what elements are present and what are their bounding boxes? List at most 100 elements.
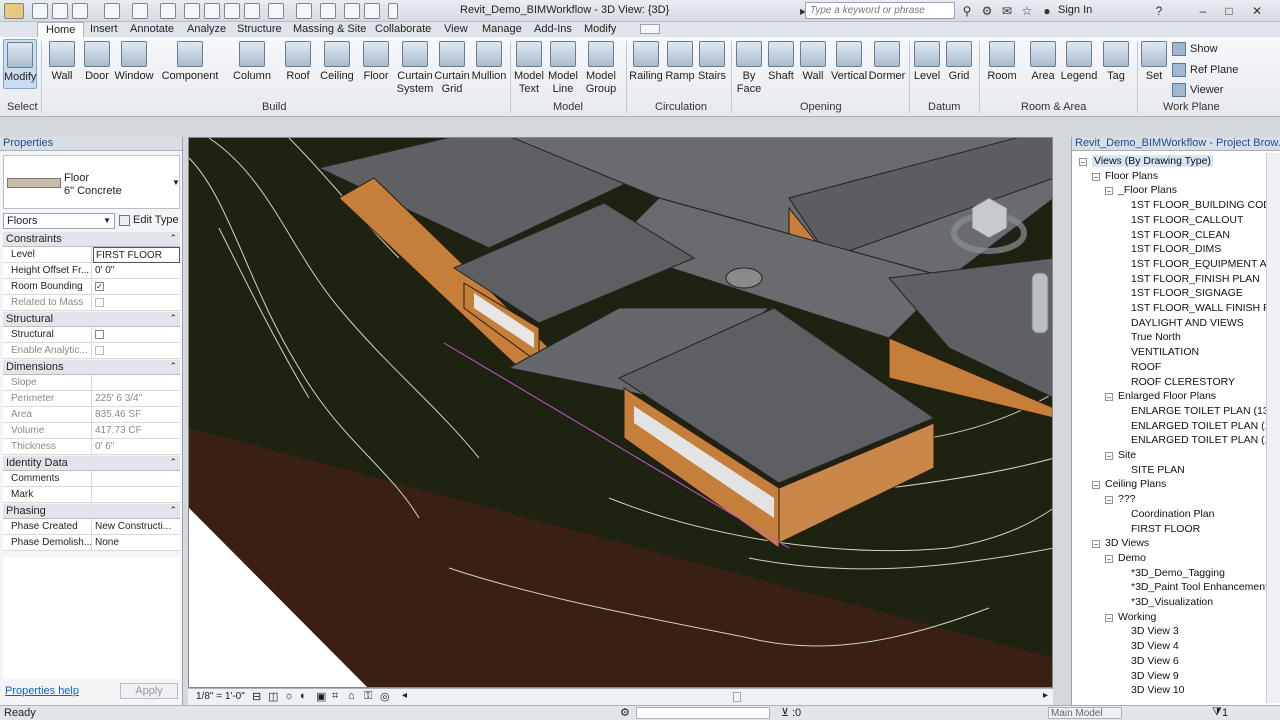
scroll-right-icon[interactable]: ▸: [1043, 690, 1048, 701]
collapse-toggle-icon[interactable]: −: [1105, 554, 1113, 563]
tab-collaborate[interactable]: Collaborate: [373, 23, 433, 35]
browser-node[interactable]: Views (By Drawing Type): [1092, 155, 1213, 167]
section-icon[interactable]: [296, 3, 312, 19]
column-button[interactable]: Column: [232, 39, 272, 83]
modify-button[interactable]: Modify: [3, 39, 37, 89]
group-structural[interactable]: Structural ⌃: [3, 312, 180, 327]
undo-icon[interactable]: [104, 3, 120, 19]
tab-annotate[interactable]: Annotate: [128, 23, 176, 35]
browser-node[interactable]: Site: [1118, 449, 1136, 461]
browser-node[interactable]: _Floor Plans: [1118, 184, 1177, 196]
model-group-button[interactable]: Model Group: [582, 39, 620, 96]
prop-phase-created[interactable]: Phase Created New Constructi...: [3, 519, 180, 535]
workset-icon[interactable]: ⚙: [620, 706, 630, 719]
close-icon[interactable]: ✕: [1250, 4, 1264, 18]
ramp-button[interactable]: Ramp: [664, 39, 696, 83]
scroll-left-icon[interactable]: ◂: [402, 690, 407, 701]
curtain-system-button[interactable]: Curtain System: [396, 39, 434, 96]
collapse-toggle-icon[interactable]: −: [1105, 393, 1113, 402]
floor-button[interactable]: Floor: [360, 39, 392, 83]
browser-node[interactable]: 3D Views: [1105, 537, 1149, 549]
panel-room-area-label[interactable]: Room & Area: [1021, 101, 1086, 113]
legend-button[interactable]: Legend: [1060, 39, 1098, 83]
tab-view[interactable]: View: [442, 23, 470, 35]
browser-view-item[interactable]: *3D_Demo_Tagging: [1131, 567, 1225, 579]
door-button[interactable]: Door: [82, 39, 112, 83]
render-icon[interactable]: ▣: [316, 690, 326, 703]
browser-view-item[interactable]: 1ST FLOOR_SIGNAGE: [1131, 287, 1243, 299]
app-menu-icon[interactable]: [4, 3, 24, 19]
room-button[interactable]: Room: [984, 39, 1020, 83]
collapse-toggle-icon[interactable]: −: [1105, 187, 1113, 196]
navigation-bar[interactable]: [1031, 272, 1049, 334]
browser-view-item[interactable]: 1ST FLOOR_FINISH PLAN: [1131, 273, 1260, 285]
show-crop-icon[interactable]: ⌂: [348, 690, 355, 702]
search-input[interactable]: Type a keyword or phrase: [805, 2, 955, 19]
close-hidden-icon[interactable]: [344, 3, 360, 19]
browser-view-item[interactable]: SITE PLAN: [1131, 464, 1185, 476]
browser-view-item[interactable]: DAYLIGHT AND VIEWS: [1131, 317, 1244, 329]
prop-room-bounding[interactable]: Room Bounding ✓: [3, 279, 180, 295]
shaft-button[interactable]: Shaft: [766, 39, 796, 83]
prop-structural[interactable]: Structural: [3, 327, 180, 343]
browser-scrollbar[interactable]: [1266, 153, 1280, 703]
ref-plane-button[interactable]: Ref Plane: [1172, 63, 1238, 77]
browser-view-item[interactable]: 1ST FLOOR_EQUIPMENT AND: [1131, 258, 1266, 270]
group-phasing[interactable]: Phasing ⌃: [3, 504, 180, 519]
tab-home[interactable]: Home: [37, 22, 85, 38]
browser-node[interactable]: Floor Plans: [1105, 170, 1158, 182]
open-icon[interactable]: [32, 3, 48, 19]
text-icon[interactable]: [244, 3, 260, 19]
sun-path-icon[interactable]: ☼: [284, 690, 294, 702]
window-button[interactable]: Window: [114, 39, 154, 83]
show-button[interactable]: Show: [1172, 42, 1218, 56]
tab-analyze[interactable]: Analyze: [185, 23, 228, 35]
filter-icon[interactable]: ⊻: [781, 706, 789, 719]
edit-type-button[interactable]: Edit Type: [119, 214, 179, 226]
prop-phase-demolished[interactable]: Phase Demolish... None: [3, 535, 180, 551]
communication-icon[interactable]: ✉: [1000, 4, 1014, 18]
browser-view-item[interactable]: 1ST FLOOR_BUILDING CODE: [1131, 199, 1266, 211]
browser-view-item[interactable]: True North: [1131, 331, 1181, 343]
design-option-select[interactable]: Main Model: [1048, 707, 1122, 719]
browser-view-item[interactable]: 3D View 9: [1131, 670, 1179, 682]
browser-view-item[interactable]: Coordination Plan: [1131, 508, 1214, 520]
browser-view-item[interactable]: ROOF CLERESTORY: [1131, 376, 1235, 388]
binoculars-icon[interactable]: ⚲: [960, 4, 974, 18]
browser-view-item[interactable]: 1ST FLOOR_CLEAN: [1131, 229, 1230, 241]
browser-node[interactable]: Working: [1118, 611, 1156, 623]
model-text-button[interactable]: Model Text: [512, 39, 546, 96]
shadows-icon[interactable]: ◐: [300, 690, 307, 702]
3d-view-icon[interactable]: [268, 3, 284, 19]
tab-structure[interactable]: Structure: [235, 23, 284, 35]
browser-view-item[interactable]: ROOF: [1131, 361, 1161, 373]
viewer-button[interactable]: Viewer: [1172, 83, 1223, 97]
area-button[interactable]: Area: [1026, 39, 1060, 83]
thin-lines-icon[interactable]: [320, 3, 336, 19]
browser-view-item[interactable]: 1ST FLOOR_CALLOUT: [1131, 214, 1243, 226]
prop-value[interactable]: FIRST FLOOR: [93, 247, 180, 263]
room-bounding-checkbox[interactable]: ✓: [95, 282, 104, 291]
tab-add-ins[interactable]: Add-Ins: [532, 23, 574, 35]
prop-mark[interactable]: Mark: [3, 487, 180, 503]
prop-comments[interactable]: Comments: [3, 471, 180, 487]
browser-view-item[interactable]: VENTILATION: [1131, 346, 1199, 358]
instance-filter-select[interactable]: Floors ▼: [3, 213, 115, 229]
collapse-toggle-icon[interactable]: −: [1092, 172, 1100, 181]
temp-hide-icon[interactable]: ◎: [380, 690, 390, 703]
visual-style-icon[interactable]: ◫: [268, 690, 278, 703]
lock-view-icon[interactable]: ⚿: [364, 690, 372, 703]
help-icon[interactable]: ?: [1152, 4, 1166, 18]
user-icon[interactable]: ●: [1040, 4, 1054, 18]
tag-icon[interactable]: [224, 3, 240, 19]
collapse-toggle-icon[interactable]: −: [1105, 452, 1113, 461]
browser-view-item[interactable]: 1ST FLOOR_DIMS: [1131, 243, 1221, 255]
subscription-icon[interactable]: ⚙: [980, 4, 994, 18]
redo-icon[interactable]: [132, 3, 148, 19]
curtain-grid-button[interactable]: Curtain Grid: [434, 39, 470, 96]
browser-node[interactable]: ???: [1118, 493, 1136, 505]
browser-node[interactable]: Ceiling Plans: [1105, 478, 1166, 490]
measure-icon[interactable]: [184, 3, 200, 19]
collapse-toggle-icon[interactable]: −: [1105, 613, 1113, 622]
prop-level[interactable]: Level FIRST FLOOR: [3, 247, 180, 263]
